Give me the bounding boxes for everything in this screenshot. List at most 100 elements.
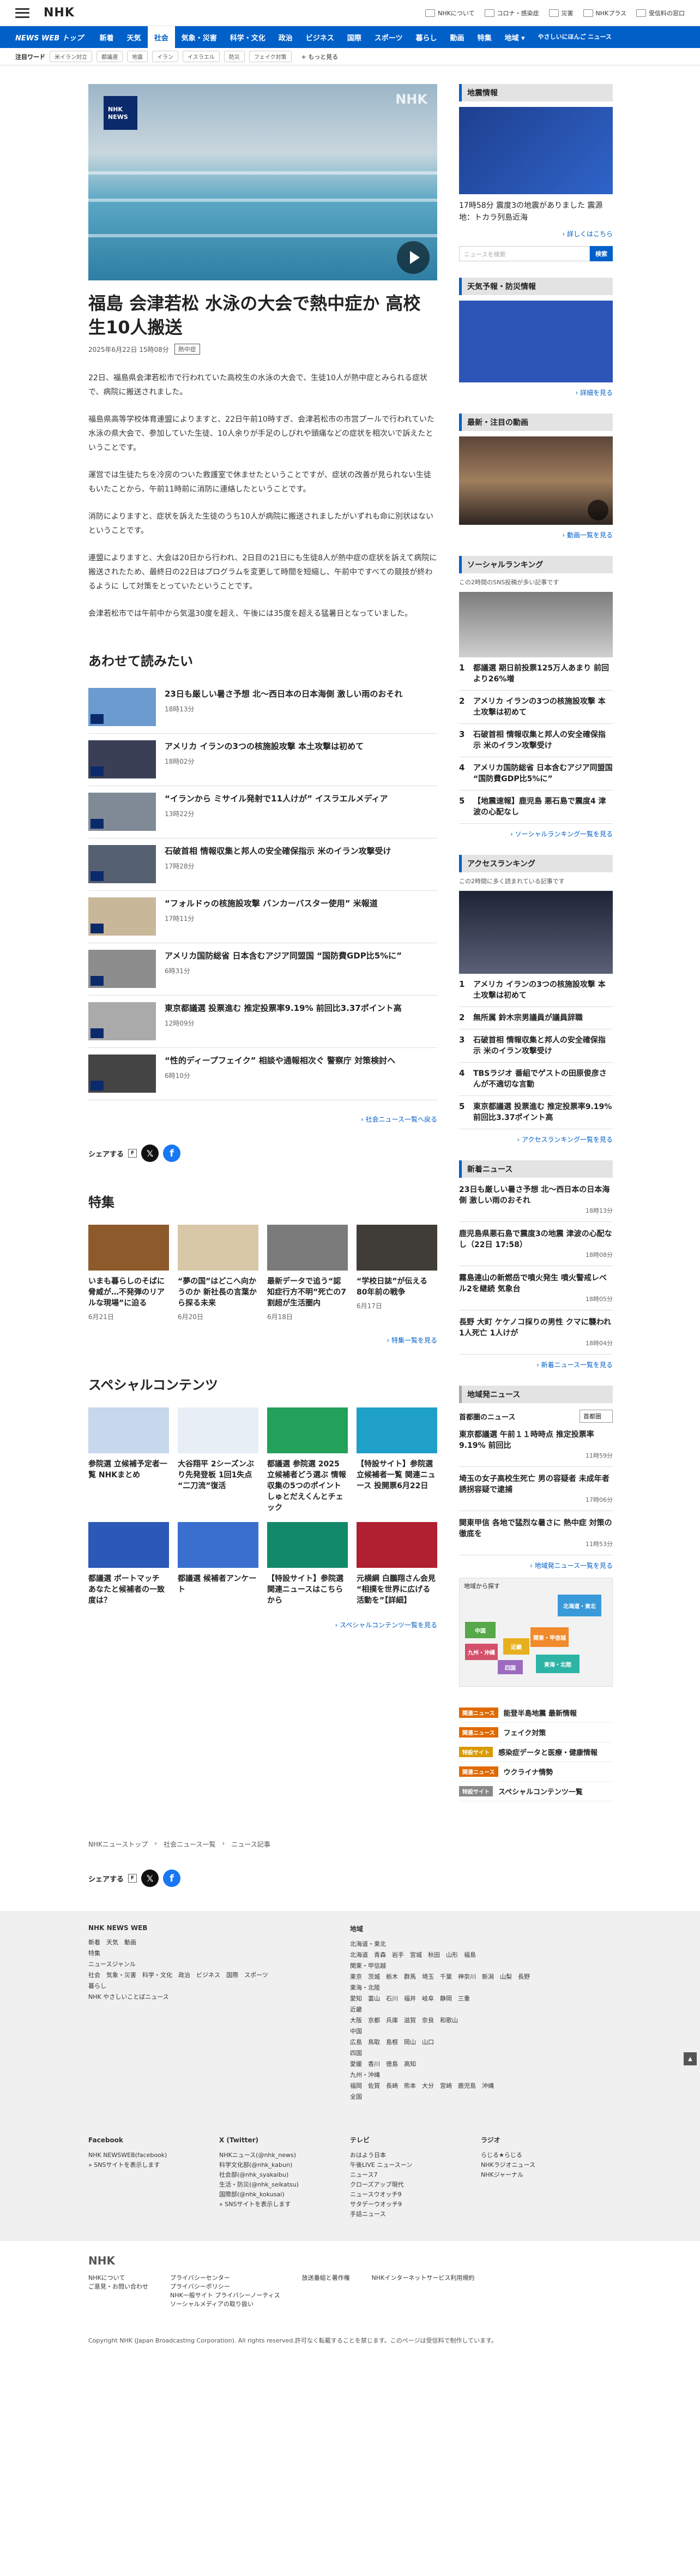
- footer-link[interactable]: 中国: [350, 2026, 612, 2037]
- trend-chip[interactable]: イラン: [152, 51, 178, 62]
- footer-logo[interactable]: NHK: [88, 2254, 612, 2267]
- special-title[interactable]: 都議選 候補者アンケート: [178, 1573, 258, 1595]
- region-block[interactable]: 四国: [498, 1660, 523, 1674]
- featured-video[interactable]: [459, 436, 613, 525]
- x-share-icon[interactable]: 𝕏: [141, 1145, 159, 1162]
- special-image[interactable]: [88, 1522, 169, 1568]
- trend-chip[interactable]: 地震: [127, 51, 148, 62]
- special-card[interactable]: 元横綱 白鵬翔さん会見 “相撲を世界に広げる活動を”【詳細】: [357, 1522, 437, 1606]
- feature-link[interactable]: 特設サイト スペシャルコンテンツ一覧: [459, 1782, 613, 1801]
- footer-link[interactable]: 愛媛 香川 徳島 高知: [350, 2059, 612, 2070]
- footer-sns-link[interactable]: 生活・防災(@nhk_seikatsu): [219, 2180, 350, 2190]
- search-button[interactable]: 検索: [590, 246, 613, 261]
- related-thumb[interactable]: [88, 845, 156, 883]
- footer-sns-link[interactable]: 社会部(@nhk_syakaibu): [219, 2170, 350, 2180]
- x-share-icon[interactable]: 𝕏: [141, 1870, 159, 1887]
- footer-link[interactable]: 北海道・東北: [350, 1939, 612, 1950]
- feature-title[interactable]: フェイク対策: [504, 1727, 546, 1738]
- related-thumb[interactable]: [88, 1002, 156, 1040]
- footer-link[interactable]: 大阪 京都 兵庫 滋賀 奈良 和歌山: [350, 2015, 612, 2026]
- footer-link[interactable]: 全国: [350, 2092, 612, 2102]
- footer-sns-link[interactable]: 科学文化部(@nhk_kabun): [219, 2160, 350, 2170]
- ranking-item[interactable]: 5 【地震速報】鹿児島 悪石島で震度4 津波の心配なし: [459, 790, 613, 824]
- trend-chip[interactable]: 防災: [224, 51, 245, 62]
- ranking-item[interactable]: 1 都議選 期日前投票125万人あまり 前回より26%増: [459, 657, 613, 691]
- weather-map[interactable]: [459, 301, 613, 382]
- play-icon[interactable]: [397, 241, 430, 274]
- ranking-title[interactable]: 無所属 鈴木宗男議員が議員辞職: [473, 1013, 583, 1023]
- related-item[interactable]: アメリカ国防総省 日本含むアジア同盟国 “国防費GDP比5%に” 6時31分: [88, 943, 437, 996]
- special-image[interactable]: [267, 1522, 348, 1568]
- tokushu-image[interactable]: [178, 1225, 258, 1271]
- nav-item[interactable]: 動画: [444, 26, 471, 48]
- facebook-share-icon[interactable]: f: [163, 1870, 181, 1887]
- footer-link[interactable]: NHK やさしいことばニュース: [88, 1992, 350, 2003]
- special-more-link[interactable]: › スペシャルコンテンツ一覧を見る: [88, 1620, 437, 1630]
- nav-item[interactable]: 新着: [93, 26, 120, 48]
- latest-item[interactable]: 鹿児島県悪石島で震度3の地震 津波の心配なし（22日 17:58） 18時08分: [459, 1222, 613, 1266]
- breadcrumb-item[interactable]: 社会ニュース一覧: [164, 1840, 215, 1849]
- ranking-item[interactable]: 5 東京都議選 投票進む 推定投票率9.19% 前回比3.37ポイント高: [459, 1096, 613, 1129]
- latest-link[interactable]: › 新着ニュース一覧を見る: [459, 1360, 613, 1369]
- nav-item[interactable]: 特集: [471, 26, 498, 48]
- related-thumb[interactable]: [88, 688, 156, 726]
- related-item[interactable]: 石破首相 情報収集と邦人の安全確保指示 米のイラン攻撃受け 17時28分: [88, 838, 437, 891]
- nav-item[interactable]: 気象・災害: [175, 26, 224, 48]
- related-title[interactable]: 23日も厳しい暑さ予想 北～西日本の日本海側 激しい雨のおそれ: [165, 688, 402, 700]
- nav-item[interactable]: 暮らし: [409, 26, 444, 48]
- latest-title[interactable]: 鹿児島県悪石島で震度3の地震 津波の心配なし（22日 17:58）: [459, 1229, 613, 1250]
- tokushu-image[interactable]: [267, 1225, 348, 1271]
- facebook-share-icon[interactable]: f: [163, 1145, 181, 1162]
- nav-item[interactable]: 政治: [272, 26, 299, 48]
- footer-sns-link[interactable]: NHK NEWSWEB(facebook): [88, 2150, 219, 2160]
- tokushu-more-link[interactable]: › 特集一覧を見る: [88, 1335, 437, 1345]
- special-card[interactable]: 【特設サイト】参院選 関連ニュースはこちらから: [267, 1522, 348, 1606]
- special-card[interactable]: 【特設サイト】参院選 立候補者一覧 関連ニュース 投開票6月22日: [357, 1407, 437, 1513]
- region-title[interactable]: 埼玉の女子高校生死亡 男の容疑者 未成年者誘拐容疑で逮捕: [459, 1473, 613, 1495]
- latest-item[interactable]: 23日も厳しい暑さ予想 北～西日本の日本海側 激しい雨のおそれ 18時13分: [459, 1178, 613, 1222]
- footer-bottom-link[interactable]: プライバシーポリシー: [170, 2283, 280, 2291]
- special-image[interactable]: [178, 1522, 258, 1568]
- special-title[interactable]: 【特設サイト】参院選 立候補者一覧 関連ニュース 投開票6月22日: [357, 1459, 437, 1491]
- font-size-icon[interactable]: F: [128, 1149, 137, 1158]
- feature-link[interactable]: 関連ニュース 能登半島地震 最新情報: [459, 1703, 613, 1723]
- related-thumb[interactable]: [88, 1055, 156, 1093]
- search-input[interactable]: ニュースを検索: [459, 246, 590, 261]
- footer-bottom-link[interactable]: NHKについて: [88, 2274, 148, 2283]
- region-block[interactable]: 北海道・東北: [558, 1595, 601, 1616]
- footer-sns-link[interactable]: 手話ニュース: [350, 2209, 481, 2219]
- menu-icon[interactable]: [15, 8, 29, 18]
- nav-item[interactable]: スポーツ: [368, 26, 409, 48]
- tokushu-image[interactable]: [357, 1225, 437, 1271]
- back-to-top-icon[interactable]: ▲: [684, 2052, 697, 2065]
- article-video[interactable]: NHK NEWS NHK: [88, 84, 437, 280]
- special-title[interactable]: 参院選 立候補予定者一覧 NHKまとめ: [88, 1459, 169, 1481]
- related-item[interactable]: アメリカ イランの3つの核施設攻撃 本土攻撃は初めて 18時02分: [88, 734, 437, 786]
- tokushu-card[interactable]: “夢の国”はどこへ向かうのか 新社長の言葉から探る未来 6月20日: [178, 1225, 258, 1321]
- related-thumb[interactable]: [88, 793, 156, 831]
- tokushu-title[interactable]: “学校日誌”が伝える80年前の戦争: [357, 1276, 437, 1298]
- weather-link[interactable]: › 詳細を見る: [459, 388, 613, 397]
- header-link[interactable]: コロナ・感染症: [484, 9, 539, 17]
- footer-link[interactable]: 関東・甲信越: [350, 1961, 612, 1972]
- footer-bottom-link[interactable]: NHKインターネットサービス利用規約: [372, 2274, 475, 2283]
- footer-bottom-link[interactable]: NHK一般サイト プライバシーノーティス: [170, 2291, 280, 2300]
- feature-title[interactable]: ウクライナ情勢: [504, 1766, 553, 1777]
- footer-sns-link[interactable]: ニュースウオッチ9: [350, 2190, 481, 2200]
- access-photo[interactable]: [459, 891, 613, 974]
- special-image[interactable]: [357, 1522, 437, 1568]
- nav-brand[interactable]: NEWS WEB トップ: [15, 32, 83, 43]
- ranking-item[interactable]: 2 無所属 鈴木宗男議員が議員辞職: [459, 1007, 613, 1029]
- related-item[interactable]: “性的ディープフェイク” 相談や通報相次ぐ 警察庁 対策検討へ 6時10分: [88, 1048, 437, 1100]
- feature-title[interactable]: 能登半島地震 最新情報: [504, 1708, 577, 1718]
- region-select[interactable]: 首都圏: [580, 1410, 613, 1423]
- region-title[interactable]: 関東甲信 各地で猛烈な暑さに 熱中症 対策の徹底を: [459, 1518, 613, 1539]
- related-title[interactable]: “フォルドゥの核施設攻撃 バンカーバスター使用” 米報道: [165, 897, 378, 909]
- movie-link[interactable]: › 動画一覧を見る: [459, 530, 613, 540]
- header-link[interactable]: 受信料の窓口: [636, 9, 685, 17]
- footer-sns-link[interactable]: NHKジャーナル: [481, 2170, 612, 2180]
- ranking-title[interactable]: アメリカ イランの3つの核施設攻撃 本土攻撃は初めて: [473, 979, 613, 1001]
- region-item[interactable]: 東京都議選 午前１１時時点 推定投票率 9.19% 前回比 11時59分: [459, 1423, 613, 1467]
- footer-link[interactable]: 東海・北陸: [350, 1982, 612, 1993]
- nav-item[interactable]: 天気: [120, 26, 148, 48]
